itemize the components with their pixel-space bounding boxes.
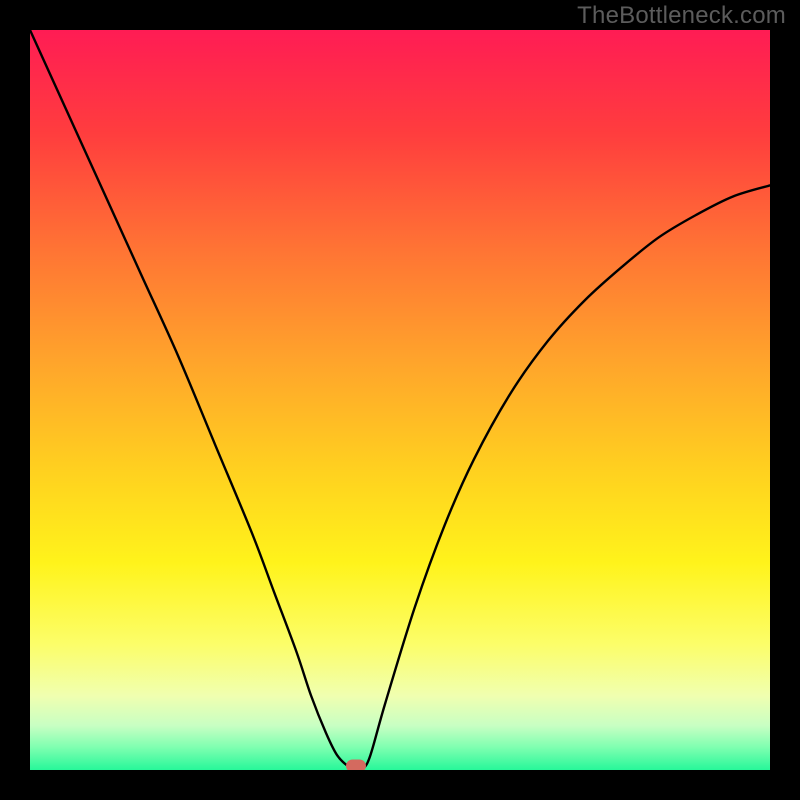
optimal-point-marker xyxy=(346,760,366,770)
watermark-text: TheBottleneck.com xyxy=(577,2,786,30)
plot-area xyxy=(30,30,770,770)
chart-frame: TheBottleneck.com xyxy=(0,0,800,800)
bottleneck-curve xyxy=(30,30,770,770)
